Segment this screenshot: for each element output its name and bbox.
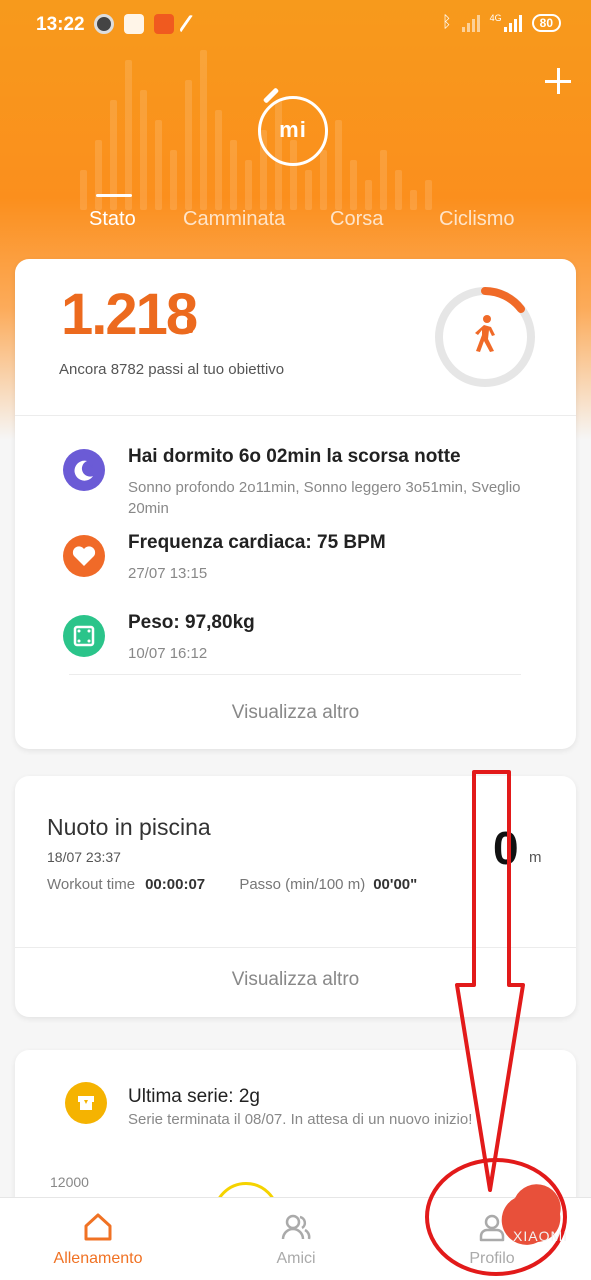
decorative-bar <box>320 150 327 210</box>
card-divider <box>15 947 576 948</box>
swim-distance: 0 <box>493 822 519 874</box>
card-divider <box>15 415 576 416</box>
nav-amici[interactable]: Amici <box>221 1198 371 1280</box>
bluetooth-icon: ᛒ <box>442 14 452 31</box>
streak-title: Ultima serie: 2g <box>128 1086 260 1107</box>
nav-label-allenamento: Allenamento <box>53 1250 143 1267</box>
streak-subtitle: Serie terminata il 08/07. In attesa di u… <box>128 1111 473 1128</box>
mi-logo: mi <box>258 96 328 166</box>
streak-icon <box>65 1082 107 1124</box>
decorative-bar <box>230 140 237 210</box>
weight-title: Peso: 97,80kg <box>128 612 255 633</box>
workout-stats: Workout time 00:00:07 Passo (min/100 m) 00… <box>47 876 417 893</box>
decorative-bar <box>80 170 87 210</box>
status-right: ᛒ 4G 80 <box>442 13 561 32</box>
status-time: 13:22 <box>36 14 85 35</box>
watermark-text: XIAOMI <box>513 1228 569 1244</box>
network-label: 4G <box>489 13 502 23</box>
steps-progress-ring[interactable] <box>433 285 537 389</box>
camera-notification-icon <box>94 14 114 34</box>
decorative-bar <box>395 170 402 210</box>
decorative-bar <box>185 80 192 210</box>
weight-icon <box>63 615 105 657</box>
sleep-icon: z <box>63 449 105 491</box>
signal-icon <box>461 14 480 32</box>
nav-label-profilo: Profilo <box>469 1250 515 1267</box>
pace-label: Passo (min/100 m) <box>239 876 366 893</box>
heart-rate-title: Frequenza cardiaca: 75 BPM <box>128 532 386 553</box>
decorative-bar <box>350 160 357 210</box>
chart-y-label: 12000 <box>50 1174 89 1190</box>
heart-rate-date: 27/07 13:15 <box>128 565 208 582</box>
decorative-bar <box>155 120 162 210</box>
band-icon <box>187 319 193 333</box>
distance-unit: m <box>529 849 542 866</box>
decorative-bar <box>335 120 342 210</box>
decorative-bar <box>425 180 432 210</box>
mail-icon <box>124 14 144 34</box>
tab-stato[interactable]: Stato <box>89 208 136 231</box>
decorative-bar <box>125 60 132 210</box>
decorative-bar <box>365 180 372 210</box>
signal-4g-icon <box>503 14 522 32</box>
decorative-bar <box>95 140 102 210</box>
daily-summary-card: 1.218 Ancora 8782 passi al tuo obiettivo… <box>15 259 576 749</box>
tab-ciclismo[interactable]: Ciclismo <box>439 208 515 231</box>
home-icon <box>84 1213 112 1241</box>
decorative-bar <box>200 50 207 210</box>
decorative-bar <box>410 190 417 210</box>
tab-camminata[interactable]: Camminata <box>183 208 285 231</box>
sleep-details: Sonno profondo 2o11min, Sonno leggero 3o… <box>128 479 521 517</box>
tab-bar: Stato Camminata Corsa Ciclismo <box>0 208 591 238</box>
workout-time-label: Workout time <box>47 876 136 893</box>
clean-icon <box>178 14 196 34</box>
nav-label-amici: Amici <box>276 1250 316 1267</box>
decorative-bar <box>140 90 147 210</box>
heart-icon <box>63 535 105 577</box>
active-tab-indicator <box>96 194 132 197</box>
workout-time-value: 00:00:07 <box>145 876 206 893</box>
nav-allenamento[interactable]: Allenamento <box>23 1198 173 1280</box>
bottom-navigation: Allenamento Amici Profilo <box>0 1197 591 1280</box>
status-bar: 13:22 ᛒ 4G 80 <box>0 0 591 52</box>
app-notification-icon <box>154 14 174 34</box>
walking-icon <box>475 315 495 352</box>
battery-indicator: 80 <box>531 14 561 32</box>
decorative-bar <box>380 150 387 210</box>
svg-text:z: z <box>89 462 93 470</box>
workout-date: 18/07 23:37 <box>47 849 121 865</box>
decorative-bar <box>305 170 312 210</box>
workout-title: Nuoto in piscina <box>47 814 211 840</box>
view-more-button[interactable]: Visualizza altro <box>15 702 576 724</box>
add-button[interactable] <box>545 68 571 94</box>
swim-workout-card[interactable]: Nuoto in piscina 18/07 23:37 Workout tim… <box>15 776 576 1017</box>
card-divider <box>69 674 521 675</box>
weight-date: 10/07 16:12 <box>128 645 208 662</box>
steps-remaining: Ancora 8782 passi al tuo obiettivo <box>59 361 285 378</box>
notification-icons <box>94 14 196 34</box>
decorative-bar <box>245 160 252 210</box>
decorative-bar <box>215 110 222 210</box>
pace-value: 00'00" <box>373 876 418 893</box>
profile-icon <box>479 1214 505 1242</box>
sleep-title: Hai dormito 6o 02min la scorsa notte <box>128 446 461 467</box>
step-count: 1.218 <box>61 282 198 347</box>
decorative-bar <box>170 150 177 210</box>
view-more-button[interactable]: Visualizza altro <box>15 969 576 991</box>
friends-icon <box>281 1214 311 1240</box>
tab-corsa[interactable]: Corsa <box>330 208 383 231</box>
